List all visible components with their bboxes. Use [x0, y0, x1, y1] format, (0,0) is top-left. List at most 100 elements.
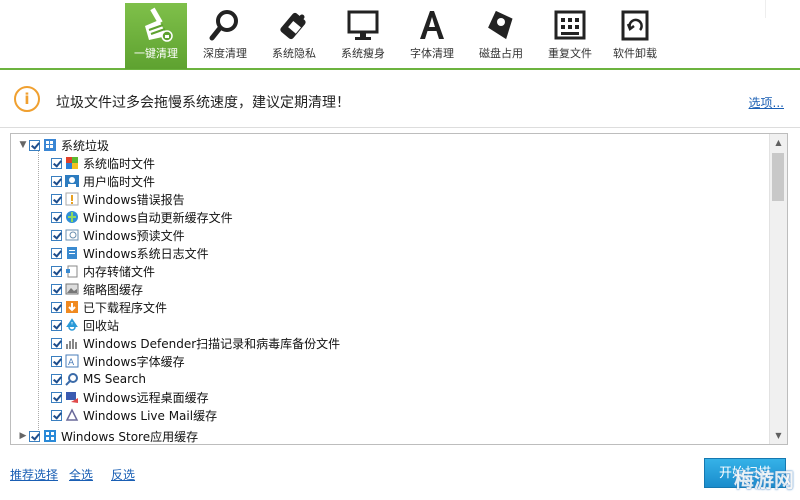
- dump-icon: [65, 264, 79, 278]
- search-icon: [65, 372, 79, 386]
- tab-one-click-clean[interactable]: 一键清理: [125, 3, 187, 69]
- checkbox[interactable]: [51, 211, 62, 223]
- checkbox[interactable]: [51, 373, 62, 385]
- tree-label: Windows Store应用缓存: [61, 429, 199, 444]
- main-toolbar: 一键清理 深度清理 系统隐私 系统瘦身 字体清理 磁盘占用 重复文件 软件卸载: [0, 0, 800, 70]
- junk-tree: ▼ 系统垃圾 系统临时文件 用户临时文件 Windows错误报告 Windows…: [10, 133, 788, 445]
- tree-label: 系统垃圾: [61, 138, 110, 153]
- tree-item[interactable]: Windows错误报告: [51, 190, 185, 208]
- tab-deep-clean[interactable]: 深度清理: [194, 3, 256, 68]
- tree-item[interactable]: Windows自动更新缓存文件: [51, 208, 233, 226]
- invert-select-link[interactable]: 反选: [111, 466, 135, 483]
- tree-item[interactable]: Windows远程桌面缓存: [51, 388, 209, 406]
- scroll-down-icon[interactable]: ▼: [770, 427, 787, 444]
- tab-disk-usage[interactable]: 磁盘占用: [470, 3, 532, 68]
- tab-label: 磁盘占用: [479, 47, 523, 60]
- tree-label: Windows远程桌面缓存: [83, 390, 209, 405]
- font-icon: A: [65, 354, 79, 368]
- disk-tag-icon: [470, 3, 532, 47]
- window-icon: [65, 228, 79, 242]
- tab-label: 一键清理: [134, 47, 178, 60]
- checkbox[interactable]: [51, 409, 62, 421]
- checkbox[interactable]: [51, 391, 62, 403]
- windows-flag-icon: [43, 138, 57, 152]
- tree-item[interactable]: 系统临时文件: [51, 154, 155, 172]
- checkbox[interactable]: [51, 337, 62, 349]
- tree-item[interactable]: Windows系统日志文件: [51, 244, 209, 262]
- chevron-right-icon[interactable]: ▶: [17, 431, 29, 441]
- tree-item[interactable]: 已下载程序文件: [51, 298, 167, 316]
- tree-label: Windows字体缓存: [83, 354, 185, 369]
- tree-label: Windows自动更新缓存文件: [83, 210, 233, 225]
- tree-item[interactable]: 缩略图缓存: [51, 280, 143, 298]
- remote-desktop-icon: [65, 390, 79, 404]
- tree-label: Windows系统日志文件: [83, 246, 209, 261]
- warning-icon: [65, 192, 79, 206]
- window-control[interactable]: [765, 0, 800, 18]
- checkbox[interactable]: [51, 193, 62, 205]
- tab-slim-system[interactable]: 系统瘦身: [332, 3, 394, 68]
- watermark: 梅游网: [734, 468, 794, 492]
- recommend-select-link[interactable]: 推荐选择: [10, 466, 58, 483]
- font-a-icon: [401, 3, 463, 47]
- options-link[interactable]: 选项...: [749, 94, 784, 111]
- log-icon: [65, 246, 79, 260]
- tab-duplicate-files[interactable]: 重复文件: [539, 3, 601, 68]
- recycle-icon: [65, 318, 79, 332]
- tab-label: 系统隐私: [272, 47, 316, 60]
- notice-bar: i 垃圾文件过多会拖慢系统速度，建议定期清理！ 选项...: [0, 72, 800, 128]
- tree-label: Windows Live Mail缓存: [83, 408, 218, 423]
- select-all-link[interactable]: 全选: [69, 466, 93, 483]
- checkbox[interactable]: [51, 157, 62, 169]
- broom-icon: [125, 3, 187, 47]
- checkbox[interactable]: [51, 229, 62, 241]
- tree-label: 回收站: [83, 318, 120, 333]
- checkbox[interactable]: [51, 283, 62, 295]
- tree-root-system-junk[interactable]: ▼ 系统垃圾: [17, 136, 109, 154]
- checkbox[interactable]: [51, 265, 62, 277]
- download-icon: [65, 300, 79, 314]
- tree-item[interactable]: 内存转储文件: [51, 262, 155, 280]
- tree-item[interactable]: Windows Defender扫描记录和病毒库备份文件: [51, 334, 340, 352]
- tree-item[interactable]: 回收站: [51, 316, 119, 334]
- tree-scrollbar[interactable]: ▲ ▼: [769, 134, 787, 444]
- checkbox[interactable]: [51, 319, 62, 331]
- tab-privacy[interactable]: 系统隐私: [263, 3, 325, 68]
- tree-label: Windows预读文件: [83, 228, 185, 243]
- tree-item[interactable]: A Windows字体缓存: [51, 352, 185, 370]
- checkbox[interactable]: [29, 430, 40, 442]
- checkbox[interactable]: [51, 355, 62, 367]
- scroll-up-icon[interactable]: ▲: [770, 134, 787, 151]
- tree-label: Windows错误报告: [83, 192, 185, 207]
- checkbox[interactable]: [51, 175, 62, 187]
- tree-label: 用户临时文件: [83, 174, 156, 189]
- tree-label: MS Search: [83, 372, 147, 386]
- checkbox[interactable]: [51, 301, 62, 313]
- checkbox[interactable]: [29, 139, 40, 151]
- notice-message: 垃圾文件过多会拖慢系统速度，建议定期清理！: [56, 95, 350, 111]
- tab-label: 字体清理: [410, 47, 454, 60]
- tree-label: 内存转储文件: [83, 264, 156, 279]
- grid-icon: [539, 3, 601, 47]
- tree-item[interactable]: Windows Live Mail缓存: [51, 406, 217, 424]
- chevron-down-icon[interactable]: ▼: [17, 140, 29, 150]
- tree-item[interactable]: Windows预读文件: [51, 226, 185, 244]
- info-icon: i: [14, 86, 40, 112]
- store-icon: [43, 429, 57, 443]
- tree-item[interactable]: 用户临时文件: [51, 172, 155, 190]
- tab-label: 重复文件: [548, 47, 592, 60]
- globe-update-icon: [65, 210, 79, 224]
- tab-label: 系统瘦身: [341, 47, 385, 60]
- tree-item[interactable]: MS Search: [51, 370, 146, 388]
- tree-label: 系统临时文件: [83, 156, 156, 171]
- scroll-thumb[interactable]: [772, 153, 784, 201]
- tree-root-store-cache[interactable]: ▶ Windows Store应用缓存: [17, 427, 199, 444]
- image-icon: [65, 282, 79, 296]
- tree-label: 已下载程序文件: [83, 300, 168, 315]
- tree-label: 缩略图缓存: [83, 282, 144, 297]
- checkbox[interactable]: [51, 247, 62, 259]
- windows-flag-icon: [65, 156, 79, 170]
- tab-uninstall[interactable]: 软件卸载: [604, 3, 666, 68]
- tab-font-clean[interactable]: 字体清理: [401, 3, 463, 68]
- chart-icon: [65, 336, 79, 350]
